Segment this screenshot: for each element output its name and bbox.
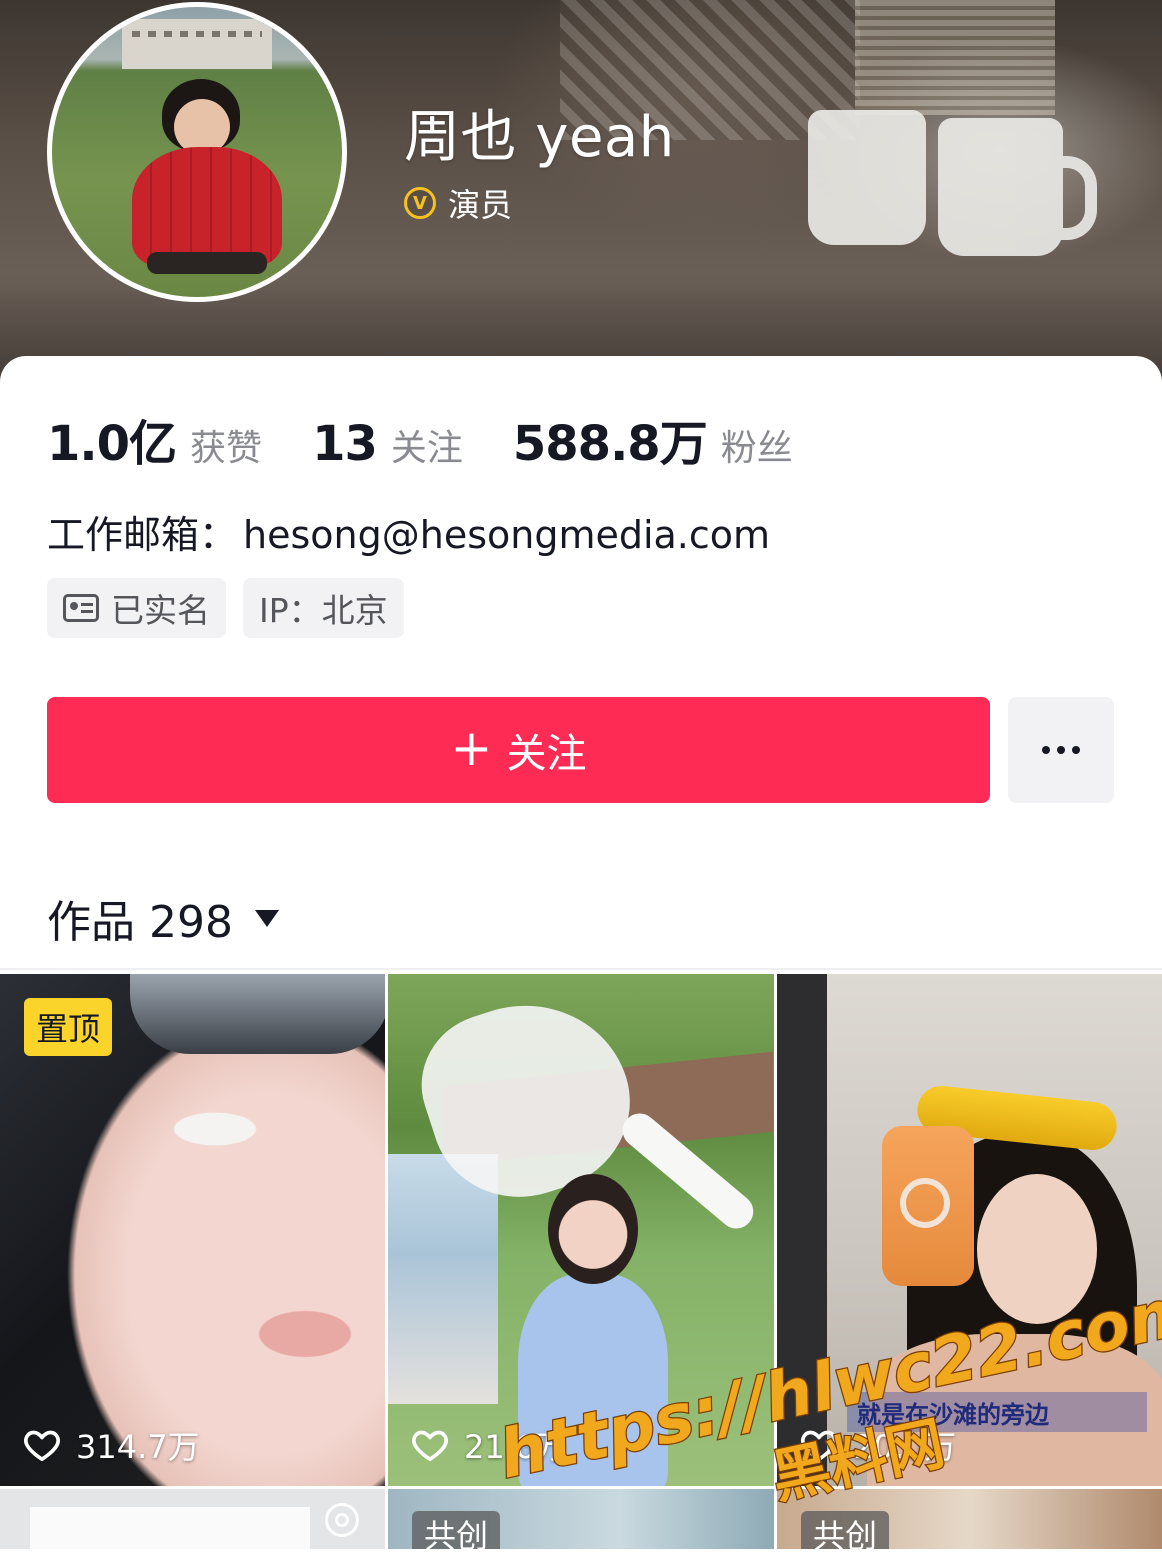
stat-likes-value: 1.0亿 (47, 416, 177, 472)
stat-followers[interactable]: 588.8万 粉丝 (513, 404, 793, 474)
work-email-value[interactable]: hesong@hesongmedia.com (243, 513, 770, 557)
id-card-icon (63, 594, 99, 622)
follow-button-label: 关注 (506, 731, 587, 777)
avatar-coat (132, 147, 282, 267)
video-tile[interactable]: 就是在沙滩的旁边 20.0万 (777, 974, 1162, 1486)
profile-tags: 已实名 IP：北京 (47, 578, 404, 638)
video-likes: 21.6万 (410, 1422, 567, 1468)
video-thumb-head (548, 1174, 638, 1284)
video-tile[interactable]: 共创 (777, 1489, 1162, 1549)
banner-bg-mug (808, 110, 926, 245)
heart-icon (24, 1430, 60, 1461)
video-like-count: 314.7万 (76, 1428, 200, 1466)
more-dots-icon (1042, 746, 1050, 754)
work-email: 工作邮箱： hesong@hesongmedia.com (47, 504, 770, 559)
heart-icon (801, 1430, 837, 1461)
stat-following-value: 13 (312, 416, 378, 472)
video-like-count: 20.0万 (853, 1428, 957, 1466)
video-thumb-phone (882, 1126, 974, 1286)
profile-name: 周也 yeah (404, 105, 675, 170)
plus-icon: + (450, 719, 493, 777)
stat-likes-label: 获赞 (190, 428, 263, 469)
more-dots-icon (1072, 746, 1080, 754)
heart-icon (412, 1430, 448, 1461)
video-tile[interactable]: 置顶 314.7万 (0, 974, 385, 1486)
video-thumb-goggles (130, 974, 385, 1054)
verified-v-icon: V (404, 187, 436, 219)
video-tile[interactable] (0, 1489, 385, 1549)
avatar-legs (147, 252, 267, 274)
avatar[interactable] (47, 2, 347, 302)
follow-button[interactable]: + 关注 (47, 697, 990, 803)
work-email-label: 工作邮箱： (47, 513, 238, 557)
profile-info-card: 1.0亿 获赞 13 关注 588.8万 粉丝 工作邮箱： hesong@heso… (0, 356, 1162, 1559)
stat-following-label: 关注 (390, 428, 463, 469)
pinned-badge: 置顶 (24, 998, 113, 1056)
stat-following[interactable]: 13 关注 (312, 416, 463, 472)
stat-likes: 1.0亿 获赞 (47, 404, 262, 474)
real-name-label: 已实名 (111, 591, 210, 630)
section-divider (0, 968, 1162, 970)
tab-works-label: 作品 298 (47, 897, 233, 948)
co-create-badge: 共创 (412, 1511, 501, 1549)
stat-followers-label: 粉丝 (720, 428, 793, 469)
video-like-count: 21.6万 (464, 1428, 568, 1466)
co-create-badge: 共创 (801, 1511, 890, 1549)
video-thumb-dollhouse (388, 1154, 498, 1404)
video-tile[interactable]: 21.6万 (388, 974, 774, 1486)
more-dots-icon (1057, 746, 1065, 754)
ip-location-label: IP：北京 (259, 591, 388, 630)
profile-stats: 1.0亿 获赞 13 关注 588.8万 粉丝 (47, 404, 843, 474)
verified-label: 演员 (448, 186, 513, 224)
video-thumb-paper (30, 1507, 310, 1549)
more-button[interactable] (1008, 697, 1114, 803)
ip-location-tag: IP：北京 (243, 578, 404, 638)
video-thumb-face (977, 1174, 1097, 1324)
caret-down-icon[interactable] (254, 909, 279, 927)
live-photo-icon (325, 1503, 359, 1537)
stat-followers-value: 588.8万 (512, 416, 708, 472)
video-likes: 20.0万 (799, 1422, 956, 1468)
tab-works[interactable]: 作品 298 (47, 886, 279, 950)
video-thumb-curtain (777, 974, 827, 1486)
banner-bg-books (855, 0, 1055, 115)
video-tile[interactable]: 共创 (388, 1489, 774, 1549)
video-likes: 314.7万 (22, 1422, 200, 1468)
verified-badge: V 演员 (404, 180, 512, 226)
avatar-bg-building (122, 19, 272, 69)
real-name-tag[interactable]: 已实名 (47, 578, 226, 638)
banner-bg-mug (938, 118, 1097, 256)
